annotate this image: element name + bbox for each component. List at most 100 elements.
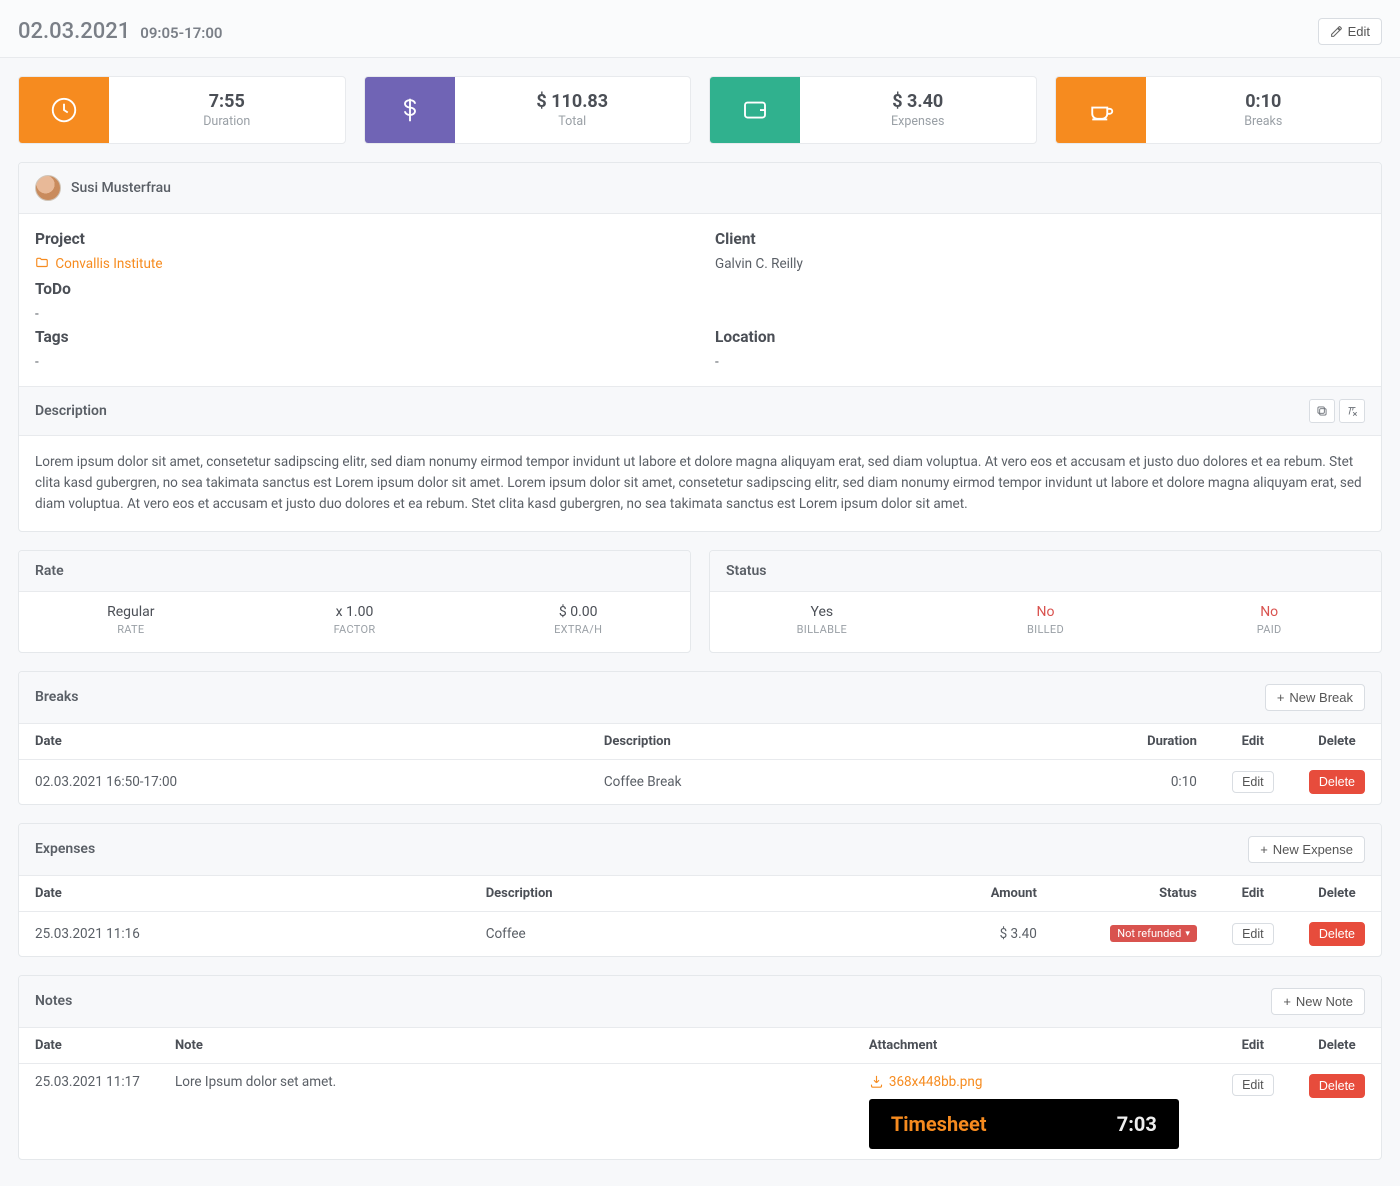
attachment-preview: Timesheet 7:03 — [869, 1099, 1179, 1149]
expenses-table: Date Description Amount Status Edit Dele… — [19, 876, 1381, 956]
col-delete: Delete — [1293, 724, 1381, 760]
delete-expense-button[interactable]: Delete — [1309, 922, 1365, 946]
edit-note-button[interactable]: Edit — [1232, 1074, 1274, 1096]
stats-row: 7:55 Duration $ 110.83 Total $ 3.40 Expe… — [0, 58, 1400, 162]
attachment-link[interactable]: 368x448bb.png — [869, 1074, 983, 1090]
expenses-panel: Expenses + New Expense Date Description … — [18, 823, 1382, 957]
preview-title: Timesheet — [891, 1112, 987, 1136]
billable-sublabel: BILLABLE — [710, 623, 934, 636]
user-name: Susi Musterfrau — [71, 180, 171, 196]
page-header: 02.03.2021 09:05-17:00 Edit — [0, 0, 1400, 58]
note-text: Lore Ipsum dolor set amet. — [159, 1063, 853, 1159]
notes-panel: Notes + New Note Date Note Attachment Ed… — [18, 975, 1382, 1161]
entry-panel: Susi Musterfrau Project Convallis Instit… — [18, 162, 1382, 532]
col-date: Date — [19, 876, 470, 912]
factor-value: x 1.00 — [243, 604, 467, 620]
folder-icon — [35, 256, 49, 274]
col-delete: Delete — [1293, 876, 1381, 912]
header-title-block: 02.03.2021 09:05-17:00 — [18, 19, 223, 44]
todo-value: - — [35, 306, 685, 322]
breaks-panel: Breaks + New Break Date Description Dura… — [18, 671, 1382, 805]
note-date: 25.03.2021 11:17 — [19, 1063, 159, 1159]
notes-title: Notes — [35, 993, 72, 1009]
paid-value: No — [1157, 604, 1381, 620]
rate-title: Rate — [35, 563, 64, 579]
stat-breaks-label: Breaks — [1152, 114, 1376, 129]
new-expense-label: New Expense — [1273, 842, 1353, 857]
avatar — [35, 175, 61, 201]
break-desc: Coffee Break — [588, 759, 946, 804]
col-edit: Edit — [1213, 876, 1293, 912]
extra-sublabel: EXTRA/H — [466, 623, 690, 636]
rate-panel: Rate RegularRATE x 1.00FACTOR $ 0.00EXTR… — [18, 550, 691, 653]
billable-value: Yes — [710, 604, 934, 620]
clock-icon — [19, 77, 109, 143]
table-row: 25.03.2021 11:17 Lore Ipsum dolor set am… — [19, 1063, 1381, 1159]
dollar-icon — [365, 77, 455, 143]
delete-note-button[interactable]: Delete — [1309, 1074, 1365, 1098]
expense-desc: Coffee — [470, 911, 796, 956]
edit-expense-button[interactable]: Edit — [1232, 923, 1274, 945]
plus-icon: + — [1277, 690, 1285, 705]
tags-value: - — [35, 354, 685, 370]
stat-duration-value: 7:55 — [115, 91, 339, 112]
stat-breaks-value: 0:10 — [1152, 91, 1376, 112]
billed-sublabel: BILLED — [934, 623, 1158, 636]
stat-total: $ 110.83 Total — [364, 76, 692, 144]
col-date: Date — [19, 1028, 159, 1064]
tags-block: Tags - — [35, 328, 685, 370]
paid-sublabel: PAID — [1157, 623, 1381, 636]
table-row: 02.03.2021 16:50-17:00 Coffee Break 0:10… — [19, 759, 1381, 804]
clear-format-button[interactable] — [1339, 399, 1365, 423]
todo-block: ToDo - — [35, 280, 685, 322]
new-break-button[interactable]: + New Break — [1265, 684, 1365, 711]
delete-break-button[interactable]: Delete — [1309, 770, 1365, 794]
edit-break-button[interactable]: Edit — [1232, 771, 1274, 793]
break-date: 02.03.2021 16:50-17:00 — [19, 759, 588, 804]
col-delete: Delete — [1293, 1028, 1381, 1064]
expenses-title: Expenses — [35, 841, 95, 857]
stat-total-value: $ 110.83 — [461, 91, 685, 112]
expense-status-pill[interactable]: Not refunded — [1110, 925, 1197, 942]
todo-label: ToDo — [35, 280, 685, 298]
project-block: Project Convallis Institute — [35, 230, 685, 274]
break-duration: 0:10 — [946, 759, 1213, 804]
location-label: Location — [715, 328, 1365, 346]
plus-icon: + — [1283, 994, 1291, 1009]
header-time-range: 09:05-17:00 — [140, 24, 222, 42]
project-label: Project — [35, 230, 685, 248]
location-block: Location - — [715, 328, 1365, 370]
breaks-table: Date Description Duration Edit Delete 02… — [19, 724, 1381, 804]
new-expense-button[interactable]: + New Expense — [1248, 836, 1365, 863]
attachment-filename: 368x448bb.png — [889, 1074, 983, 1090]
stat-breaks: 0:10 Breaks — [1055, 76, 1383, 144]
expense-date: 25.03.2021 11:16 — [19, 911, 470, 956]
project-link[interactable]: Convallis Institute — [55, 256, 162, 272]
table-row: 25.03.2021 11:16 Coffee $ 3.40 Not refun… — [19, 911, 1381, 956]
notes-table: Date Note Attachment Edit Delete 25.03.2… — [19, 1028, 1381, 1160]
copy-description-button[interactable] — [1309, 399, 1335, 423]
col-desc: Description — [470, 876, 796, 912]
new-break-label: New Break — [1289, 690, 1353, 705]
col-amount: Amount — [796, 876, 1053, 912]
user-bar: Susi Musterfrau — [19, 163, 1381, 214]
description-body: Lorem ipsum dolor sit amet, consetetur s… — [19, 436, 1381, 531]
col-edit: Edit — [1213, 724, 1293, 760]
status-panel: Status YesBILLABLE NoBILLED NoPAID — [709, 550, 1382, 653]
location-value: - — [715, 354, 1365, 370]
edit-button[interactable]: Edit — [1318, 18, 1382, 45]
stat-duration-label: Duration — [115, 114, 339, 129]
new-note-button[interactable]: + New Note — [1271, 988, 1365, 1015]
col-status: Status — [1053, 876, 1213, 912]
col-note: Note — [159, 1028, 853, 1064]
client-label: Client — [715, 230, 1365, 248]
breaks-title: Breaks — [35, 689, 78, 705]
col-edit: Edit — [1213, 1028, 1293, 1064]
col-desc: Description — [588, 724, 946, 760]
edit-button-label: Edit — [1348, 24, 1370, 39]
coffee-icon — [1056, 77, 1146, 143]
expense-amount: $ 3.40 — [796, 911, 1053, 956]
header-date: 02.03.2021 — [18, 19, 130, 44]
stat-expenses: $ 3.40 Expenses — [709, 76, 1037, 144]
stat-expenses-label: Expenses — [806, 114, 1030, 129]
